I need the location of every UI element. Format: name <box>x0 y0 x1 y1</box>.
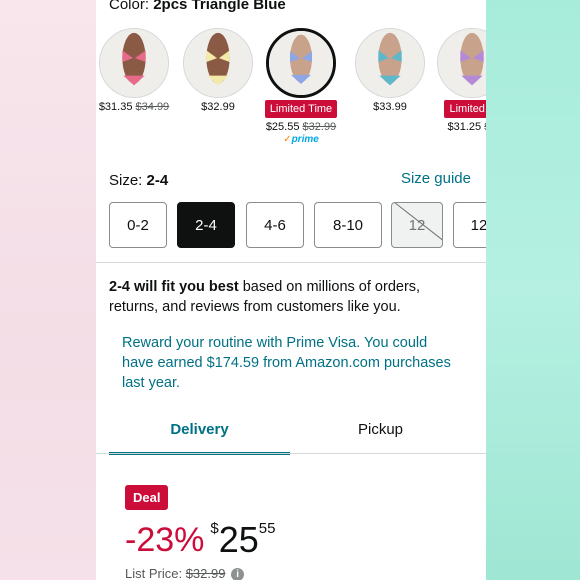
fulfillment-tabs: Delivery Pickup <box>109 415 479 455</box>
background-right <box>486 0 580 580</box>
color-swatch-yellow[interactable]: $32.99 <box>178 28 258 113</box>
tab-pickup[interactable]: Pickup <box>290 415 471 455</box>
color-swatch-blue-selected[interactable]: Limited Time $25.55 $32.99 ✓prime <box>261 28 341 145</box>
background-left <box>0 0 96 580</box>
limited-time-badge: Limited Time <box>264 100 338 118</box>
tab-delivery[interactable]: Delivery <box>109 415 290 455</box>
divider <box>96 262 486 263</box>
color-value: 2pcs Triangle Blue <box>153 0 286 13</box>
deal-badge: Deal <box>125 485 169 510</box>
swatch-image <box>437 28 486 98</box>
size-button-0-2[interactable]: 0-2 <box>109 202 167 248</box>
size-button-8-10[interactable]: 8-10 <box>314 202 382 248</box>
color-swatch-list: $31.35 $34.99 $32.99 Limited Time $25.55… <box>96 28 486 148</box>
swatch-price: $33.99 <box>373 101 407 113</box>
swatch-image <box>355 28 425 98</box>
price-whole: 25 <box>218 519 259 560</box>
size-button-12-unavailable[interactable]: 12 <box>391 202 443 248</box>
swatch-image <box>99 28 169 98</box>
color-swatch-teal[interactable]: $33.99 <box>350 28 430 113</box>
swatch-price: $31.25 $3 <box>447 121 486 133</box>
swatch-image <box>183 28 253 98</box>
price-fraction: 55 <box>258 520 276 537</box>
size-button-2-4[interactable]: 2-4 <box>177 202 235 248</box>
prime-logo: ✓prime <box>283 134 319 145</box>
info-icon[interactable]: i <box>231 568 245 580</box>
swatch-price: $31.35 $34.99 <box>98 101 170 113</box>
color-swatch-pink[interactable]: $31.35 $34.99 <box>96 28 174 113</box>
swatch-price: $25.55 $32.99 <box>265 121 337 133</box>
size-button-4-6[interactable]: 4-6 <box>246 202 304 248</box>
swatch-image <box>266 28 336 98</box>
tabs-divider <box>96 453 486 454</box>
discount-percent: -23% <box>125 521 205 559</box>
size-button-list: 0-2 2-4 4-6 8-10 12 12 <box>109 202 486 248</box>
color-selection-label: Color: 2pcs Triangle Blue <box>109 0 286 13</box>
size-guide-link[interactable]: Size guide <box>401 170 471 187</box>
limited-time-badge: Limited T <box>444 100 486 118</box>
swatch-price: $32.99 <box>201 101 235 113</box>
size-selection-label: Size: 2-4 <box>109 172 169 189</box>
price-currency: $ <box>210 520 219 537</box>
color-label: Color: <box>109 0 154 13</box>
deal-price: -23% $2555 <box>125 518 275 562</box>
size-button-12[interactable]: 12 <box>453 202 486 248</box>
list-price: List Price: $32.99 i <box>125 566 245 580</box>
product-options-panel: Color: 2pcs Triangle Blue $31.35 $34.99 … <box>96 0 486 580</box>
prime-visa-promo-link[interactable]: Reward your routine with Prime Visa. You… <box>122 333 462 393</box>
color-swatch-purple[interactable]: Limited T $31.25 $3 <box>432 28 486 133</box>
fit-recommendation: 2-4 will fit you best based on millions … <box>109 279 421 315</box>
